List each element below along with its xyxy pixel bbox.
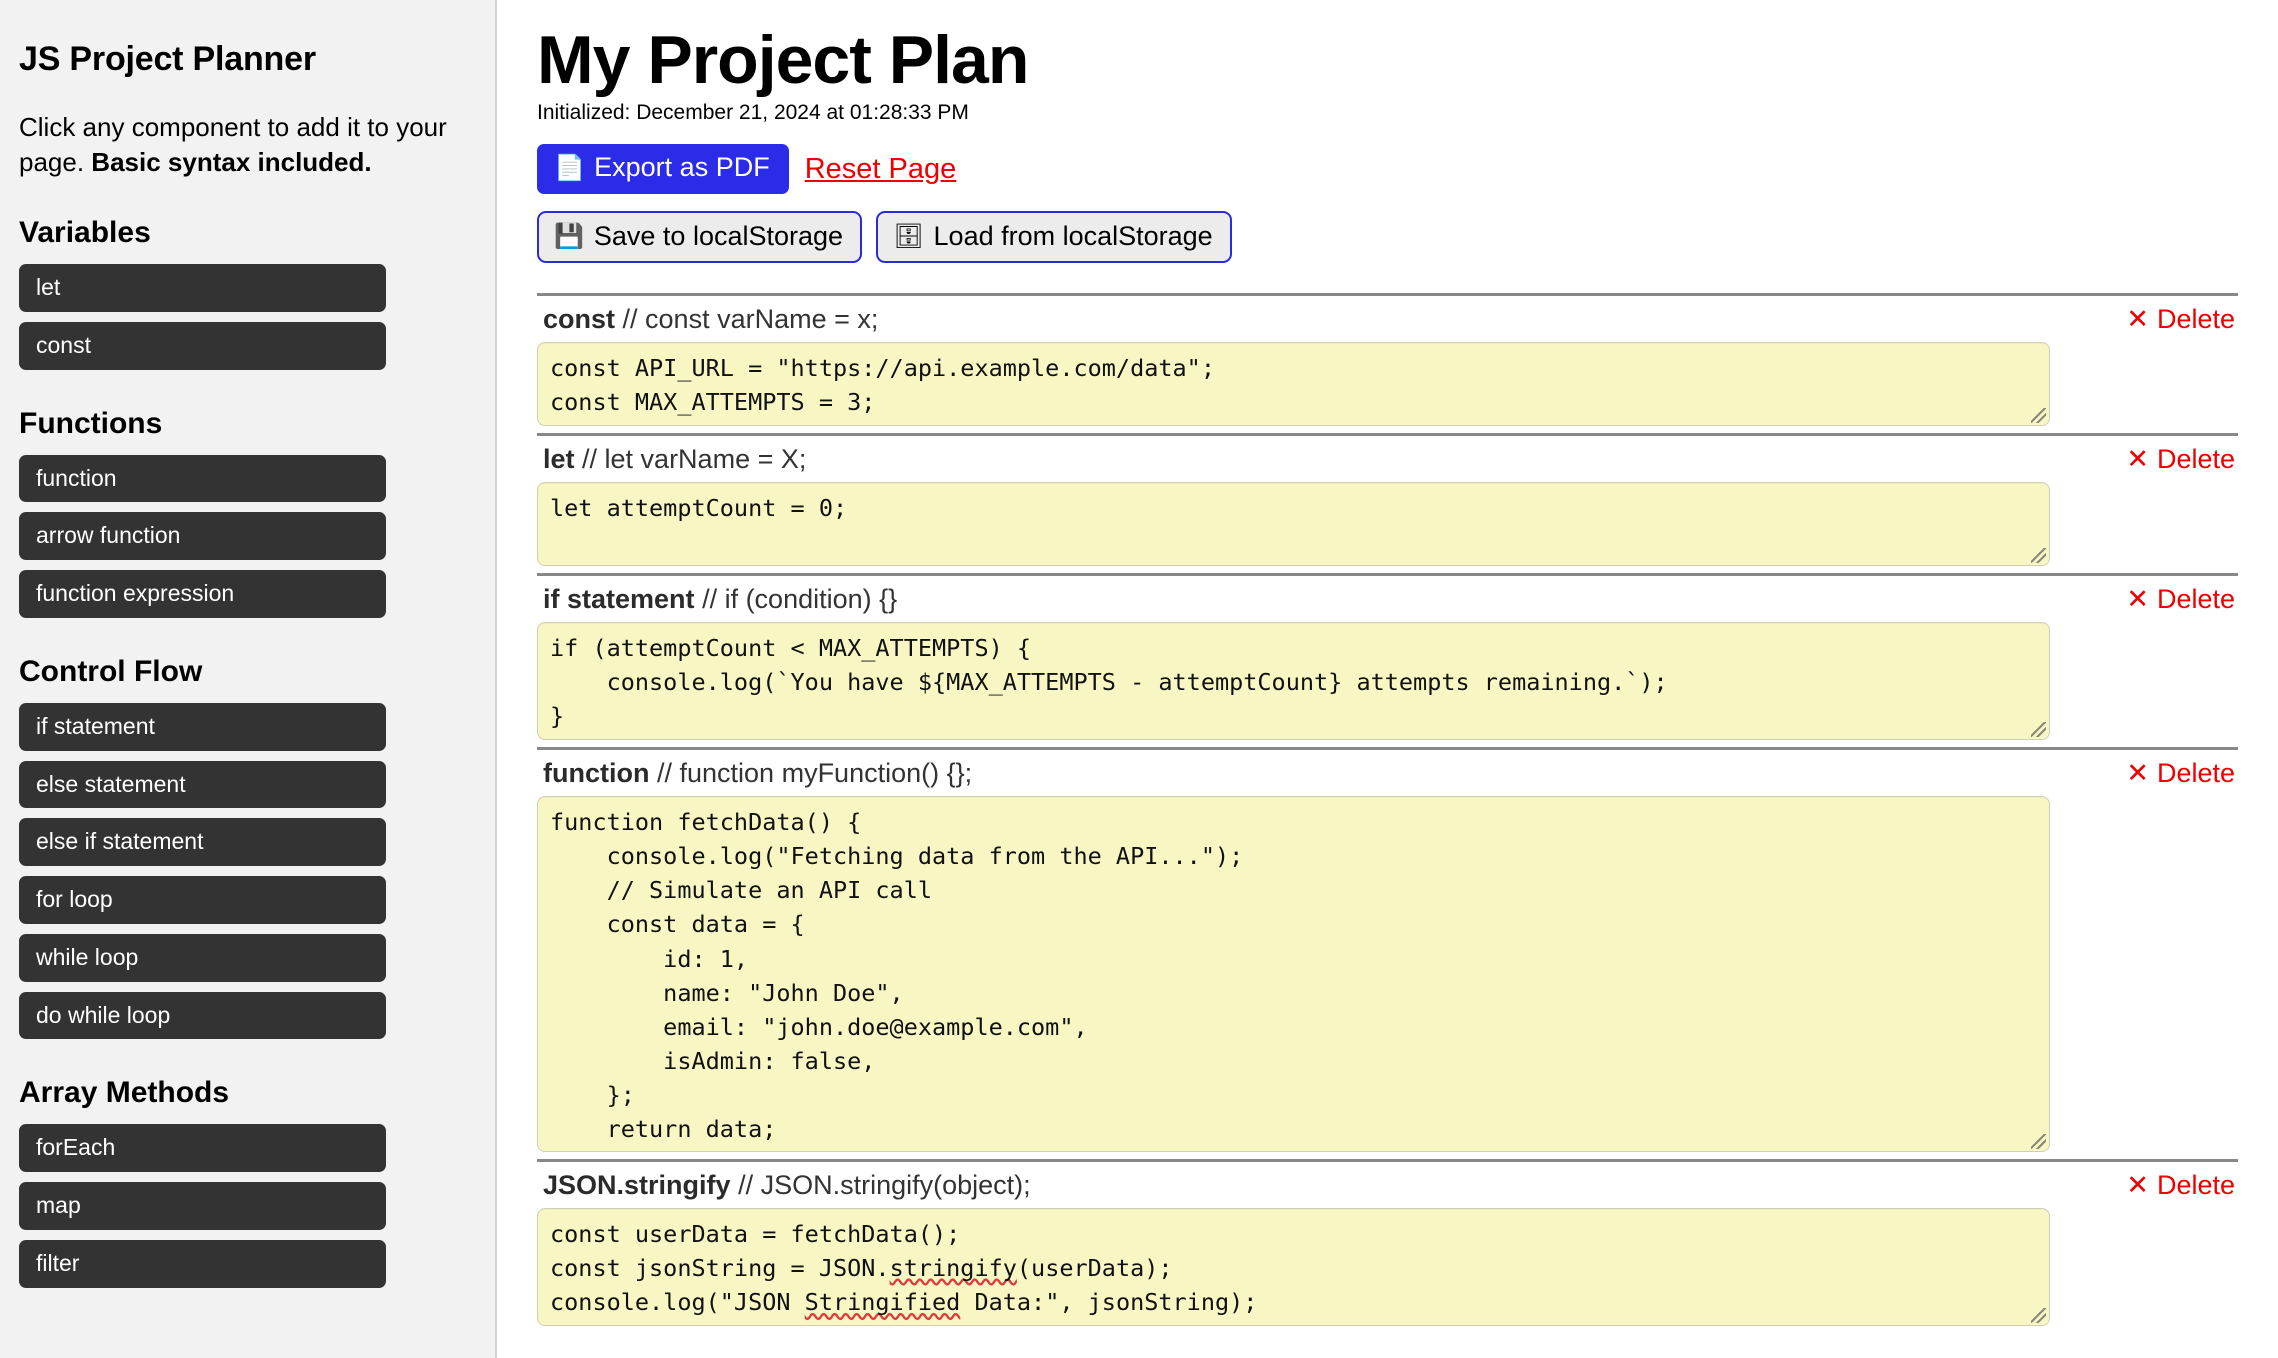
component-syntax-comment: // JSON.stringify(object);	[738, 1170, 1031, 1201]
initialized-timestamp: Initialized: December 21, 2024 at 01:28:…	[537, 101, 969, 125]
sidebar-title: JS Project Planner	[19, 40, 316, 78]
file-cabinet-icon: 🗄	[893, 222, 924, 250]
code-editor-wrapper: const userData = fetchData(); const json…	[537, 1208, 2050, 1327]
page-title: My Project Plan	[537, 22, 1029, 98]
load-from-localstorage-label: Load from localStorage	[933, 221, 1213, 252]
code-editor-wrapper: if (attemptCount < MAX_ATTEMPTS) { conso…	[537, 622, 2050, 741]
component-block: if statement // if (condition) {} ✕ Delete…	[537, 573, 2238, 741]
sidebar-section-heading: Functions	[19, 406, 163, 440]
export-pdf-button[interactable]: 📄 Export as PDF	[537, 144, 789, 195]
component-block-label: if statement // if (condition) {}	[543, 584, 897, 615]
component-keyword: if statement	[543, 584, 695, 615]
close-icon: ✕	[2126, 304, 2149, 335]
sidebar-item-map[interactable]: map	[19, 1182, 386, 1230]
delete-block-button[interactable]: ✕ Delete	[2126, 758, 2238, 789]
component-block-label: function // function myFunction() {};	[543, 758, 972, 789]
code-editor-wrapper: const API_URL = "https://api.example.com…	[537, 342, 2050, 427]
sidebar-item-if-statement[interactable]: if statement	[19, 702, 386, 751]
sidebar-item-let[interactable]: let	[19, 264, 386, 312]
sidebar-sections: Variables let const Functions function arrow …	[19, 216, 461, 1288]
component-block-label: const // const varName = x;	[543, 304, 878, 335]
delete-label: Delete	[2156, 444, 2235, 475]
code-textarea[interactable]: const userData = fetchData(); const json…	[537, 1208, 2050, 1327]
sidebar-item-arrow-function[interactable]: arrow function	[19, 512, 386, 561]
component-block-header: const // const varName = x; ✕ Delete	[537, 304, 2238, 342]
reset-page-link[interactable]: Reset Page	[805, 153, 957, 186]
component-keyword: let	[543, 444, 575, 475]
component-block: JSON.stringify // JSON.stringify(object)…	[537, 1159, 2238, 1327]
delete-block-button[interactable]: ✕ Delete	[2126, 1170, 2238, 1201]
close-icon: ✕	[2126, 444, 2149, 475]
component-block: let // let varName = X; ✕ Delete let attemp…	[537, 433, 2238, 567]
delete-block-button[interactable]: ✕ Delete	[2126, 444, 2238, 475]
sidebar-item-else-if-statement[interactable]: else if statement	[19, 818, 386, 867]
code-textarea[interactable]: if (attemptCount < MAX_ATTEMPTS) { conso…	[537, 622, 2050, 741]
delete-block-button[interactable]: ✕ Delete	[2126, 304, 2238, 335]
sidebar-item-do-while-loop[interactable]: do while loop	[19, 991, 386, 1040]
storage-action-row: 💾 Save to localStorage 🗄 Load from local…	[537, 211, 2238, 264]
app-root: JS Project Planner Click any component t…	[0, 0, 2278, 1358]
floppy-disk-icon: 💾	[554, 222, 584, 250]
component-block: const // const varName = x; ✕ Delete const …	[537, 293, 2238, 427]
sidebar-item-filter[interactable]: filter	[19, 1239, 386, 1288]
component-block-header: JSON.stringify // JSON.stringify(object)…	[537, 1170, 2238, 1208]
save-to-localstorage-label: Save to localStorage	[593, 221, 844, 252]
sidebar-intro-bold: Basic syntax included.	[91, 146, 372, 177]
code-textarea[interactable]: function fetchData() { console.log("Fetc…	[537, 796, 2050, 1153]
sidebar-item-foreach[interactable]: forEach	[19, 1124, 386, 1173]
component-keyword: JSON.stringify	[543, 1170, 731, 1201]
close-icon: ✕	[2126, 758, 2149, 789]
component-blocks-list: const // const varName = x; ✕ Delete const …	[537, 293, 2238, 1327]
sidebar-inner: JS Project Planner Click any component t…	[0, 40, 495, 1288]
component-keyword: function	[543, 758, 650, 789]
component-block-label: let // let varName = X;	[543, 444, 806, 475]
sidebar-section-heading: Control Flow	[19, 654, 203, 688]
component-syntax-comment: // function myFunction() {};	[657, 758, 973, 789]
export-pdf-label: Export as PDF	[594, 152, 770, 183]
delete-label: Delete	[2156, 1170, 2235, 1201]
code-editor-wrapper: function fetchData() { console.log("Fetc…	[537, 796, 2050, 1153]
sidebar-section-heading: Array Methods	[19, 1076, 230, 1110]
sidebar-item-for-loop[interactable]: for loop	[19, 876, 386, 924]
component-syntax-comment: // if (condition) {}	[702, 584, 898, 615]
delete-label: Delete	[2156, 758, 2235, 789]
component-block-header: if statement // if (condition) {} ✕ Delete	[537, 584, 2238, 622]
primary-action-row: 📄 Export as PDF Reset Page	[537, 144, 2238, 195]
load-from-localstorage-button[interactable]: 🗄 Load from localStorage	[876, 211, 1232, 264]
code-textarea[interactable]: const API_URL = "https://api.example.com…	[537, 342, 2050, 427]
component-syntax-comment: // let varName = X;	[582, 444, 807, 475]
main-content: My Project Plan Initialized: December 21…	[497, 0, 2278, 1358]
sidebar-intro: Click any component to add it to your pa…	[19, 110, 461, 179]
sidebar: JS Project Planner Click any component t…	[0, 0, 497, 1358]
sidebar-item-const[interactable]: const	[19, 321, 386, 370]
delete-block-button[interactable]: ✕ Delete	[2126, 584, 2238, 615]
sidebar-item-while-loop[interactable]: while loop	[19, 933, 386, 982]
component-block-header: function // function myFunction() {}; ✕ De…	[537, 758, 2238, 796]
component-block-header: let // let varName = X; ✕ Delete	[537, 444, 2238, 482]
page-facing-up-icon: 📄	[554, 153, 586, 182]
sidebar-item-function-expression[interactable]: function expression	[19, 570, 386, 618]
save-to-localstorage-button[interactable]: 💾 Save to localStorage	[537, 211, 863, 264]
code-editor-wrapper: let attemptCount = 0;	[537, 482, 2050, 567]
code-textarea[interactable]: let attemptCount = 0;	[537, 482, 2050, 567]
delete-label: Delete	[2156, 304, 2235, 335]
close-icon: ✕	[2126, 1170, 2149, 1201]
close-icon: ✕	[2126, 584, 2149, 615]
sidebar-section-heading: Variables	[19, 216, 151, 250]
sidebar-item-else-statement[interactable]: else statement	[19, 760, 386, 809]
sidebar-item-function[interactable]: function	[19, 454, 386, 503]
component-block-label: JSON.stringify // JSON.stringify(object)…	[543, 1170, 1031, 1201]
delete-label: Delete	[2156, 584, 2235, 615]
component-syntax-comment: // const varName = x;	[622, 304, 879, 335]
component-block: function // function myFunction() {}; ✕ De…	[537, 747, 2238, 1153]
component-keyword: const	[543, 304, 616, 335]
